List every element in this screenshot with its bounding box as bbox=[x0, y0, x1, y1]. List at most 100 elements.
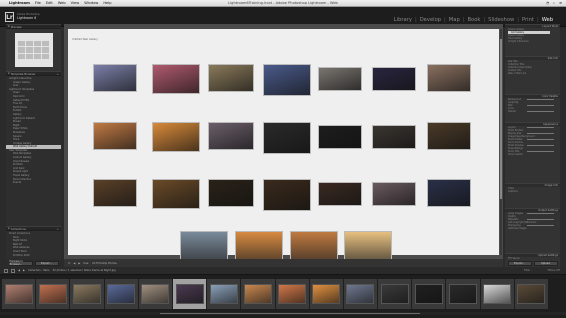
preview-panel-header[interactable]: ▼ Preview bbox=[6, 24, 61, 29]
first-page-icon[interactable]: ⏮ bbox=[68, 262, 70, 265]
gallery-photo[interactable] bbox=[208, 64, 254, 92]
filmstrip-crumb[interactable]: Collection : Paris bbox=[28, 269, 50, 272]
filmstrip-scroll-thumb[interactable] bbox=[160, 312, 420, 315]
slider-track[interactable] bbox=[527, 99, 554, 100]
gallery-photo[interactable] bbox=[93, 122, 137, 150]
gallery-photo[interactable] bbox=[372, 67, 416, 91]
gallery-photo[interactable] bbox=[427, 122, 471, 150]
slider-track[interactable] bbox=[527, 133, 554, 134]
panel-item[interactable]: Show Caption bbox=[505, 153, 560, 156]
filmstrip-thumbnail[interactable] bbox=[514, 279, 548, 309]
gallery-photo[interactable] bbox=[152, 179, 200, 209]
slider-track[interactable] bbox=[527, 213, 554, 214]
panel-item[interactable]: Captions bbox=[505, 190, 560, 193]
module-slideshow[interactable]: Slideshow bbox=[487, 17, 515, 23]
filmstrip-thumbnail[interactable] bbox=[104, 279, 138, 309]
gallery-photo[interactable] bbox=[235, 231, 283, 261]
add-collection-icon[interactable]: + bbox=[57, 227, 59, 231]
module-print[interactable]: Print bbox=[521, 17, 535, 23]
next-page-icon[interactable]: ▶ bbox=[78, 262, 80, 265]
filmstrip-thumbnail[interactable] bbox=[480, 279, 514, 309]
back-arrow-icon[interactable]: ◀ bbox=[18, 269, 20, 272]
slider-track[interactable] bbox=[527, 225, 554, 226]
panel-item[interactable]: Optimize Images bbox=[505, 227, 560, 230]
panel-item[interactable]: Airtight Interactive bbox=[505, 40, 560, 43]
filmstrip-thumbnail[interactable] bbox=[207, 279, 241, 309]
filter-dropdown[interactable]: Filters Off bbox=[548, 269, 560, 272]
filmstrip-thumbnail[interactable] bbox=[241, 279, 275, 309]
gallery-photo[interactable] bbox=[152, 122, 200, 152]
gallery-photo[interactable] bbox=[263, 122, 311, 154]
slider-track[interactable] bbox=[527, 139, 554, 140]
gallery-photo[interactable] bbox=[263, 179, 311, 211]
module-book[interactable]: Book bbox=[467, 17, 482, 23]
gallery-photo[interactable] bbox=[93, 179, 137, 207]
module-map[interactable]: Map bbox=[448, 17, 461, 23]
scroll-thumb[interactable] bbox=[500, 39, 502, 199]
gallery-photo[interactable] bbox=[318, 125, 362, 149]
panel-item[interactable]: Web or Mail Link bbox=[505, 72, 560, 75]
list-icon[interactable]: ≡ bbox=[559, 1, 562, 5]
gallery-photo[interactable] bbox=[344, 231, 392, 261]
slider-track[interactable] bbox=[527, 219, 554, 220]
gallery-photo[interactable] bbox=[427, 64, 471, 92]
export-right-button[interactable]: Export... bbox=[507, 260, 532, 266]
panel-toggle-icon[interactable] bbox=[4, 268, 8, 273]
gallery-photo[interactable] bbox=[93, 64, 137, 92]
wifi-icon[interactable]: ◔ bbox=[546, 1, 549, 5]
grid-view-icon[interactable] bbox=[11, 268, 15, 273]
filmstrip-scrollbar[interactable] bbox=[0, 312, 566, 315]
slider-track[interactable] bbox=[527, 111, 554, 112]
collections-header[interactable]: ▼ Collections + bbox=[6, 226, 61, 231]
menu-view[interactable]: View bbox=[71, 1, 80, 5]
gallery-photo[interactable] bbox=[318, 67, 362, 91]
filmstrip-thumbnail[interactable] bbox=[36, 279, 70, 309]
preview-in-browser-button[interactable]: Preview in Browser... bbox=[8, 260, 33, 266]
gallery-photo[interactable] bbox=[318, 182, 362, 206]
use-selector[interactable]: All Filmstrip Photos bbox=[92, 262, 117, 265]
filmstrip-thumbnail[interactable] bbox=[2, 279, 36, 309]
gallery-photo[interactable] bbox=[427, 179, 471, 207]
gallery-photo[interactable] bbox=[290, 231, 338, 261]
filmstrip-thumbnail[interactable] bbox=[70, 279, 104, 309]
template-item[interactable]: Events bbox=[6, 181, 61, 185]
collection-item[interactable]: Portfolio 2015 bbox=[6, 254, 61, 258]
filmstrip-thumbnail[interactable] bbox=[343, 279, 378, 309]
slider-track[interactable] bbox=[527, 105, 554, 106]
filmstrip-thumbnail[interactable] bbox=[412, 279, 446, 309]
search-icon[interactable]: ⌕ bbox=[553, 1, 555, 5]
filmstrip-thumbnail[interactable] bbox=[275, 279, 309, 309]
filmstrip-thumbnail[interactable] bbox=[378, 279, 412, 309]
menu-help[interactable]: Help bbox=[103, 1, 111, 5]
module-library[interactable]: Library bbox=[393, 17, 413, 23]
gallery-photo[interactable] bbox=[372, 125, 416, 149]
menu-app-name[interactable]: Lightroom bbox=[9, 1, 30, 5]
add-template-icon[interactable]: + bbox=[57, 72, 59, 76]
gallery-photo[interactable] bbox=[263, 64, 311, 96]
filmstrip-thumbnail[interactable] bbox=[446, 279, 480, 309]
prev-page-icon[interactable]: ◀ bbox=[73, 262, 75, 265]
menu-web[interactable]: Web bbox=[58, 1, 66, 5]
upload-button[interactable]: Upload bbox=[533, 260, 558, 266]
menu-edit[interactable]: Edit bbox=[46, 1, 53, 5]
slider-track[interactable] bbox=[527, 127, 554, 128]
content-scrollbar[interactable] bbox=[500, 29, 502, 255]
template-browser-header[interactable]: ▼ Template Browser + bbox=[6, 71, 61, 76]
module-web[interactable]: Web bbox=[541, 17, 554, 23]
filmstrip-thumbnail[interactable] bbox=[309, 279, 343, 309]
filmstrip-thumbnail[interactable] bbox=[138, 279, 172, 309]
menu-window[interactable]: Window bbox=[84, 1, 98, 5]
menu-file[interactable]: File bbox=[35, 1, 41, 5]
slider-track[interactable] bbox=[527, 145, 554, 146]
slider-track[interactable] bbox=[527, 151, 554, 152]
gallery-photo[interactable] bbox=[372, 182, 416, 206]
filmstrip-thumbnail[interactable] bbox=[172, 279, 207, 309]
gallery-photo[interactable] bbox=[152, 64, 200, 94]
panel-item[interactable]: Header bbox=[505, 110, 560, 113]
module-develop[interactable]: Develop bbox=[419, 17, 442, 23]
gallery-photo[interactable] bbox=[208, 122, 254, 150]
export-left-button[interactable]: Export... bbox=[34, 260, 59, 266]
gallery-photo[interactable] bbox=[208, 179, 254, 207]
gallery-photo[interactable] bbox=[180, 231, 228, 261]
forward-arrow-icon[interactable]: ▶ bbox=[23, 269, 25, 272]
